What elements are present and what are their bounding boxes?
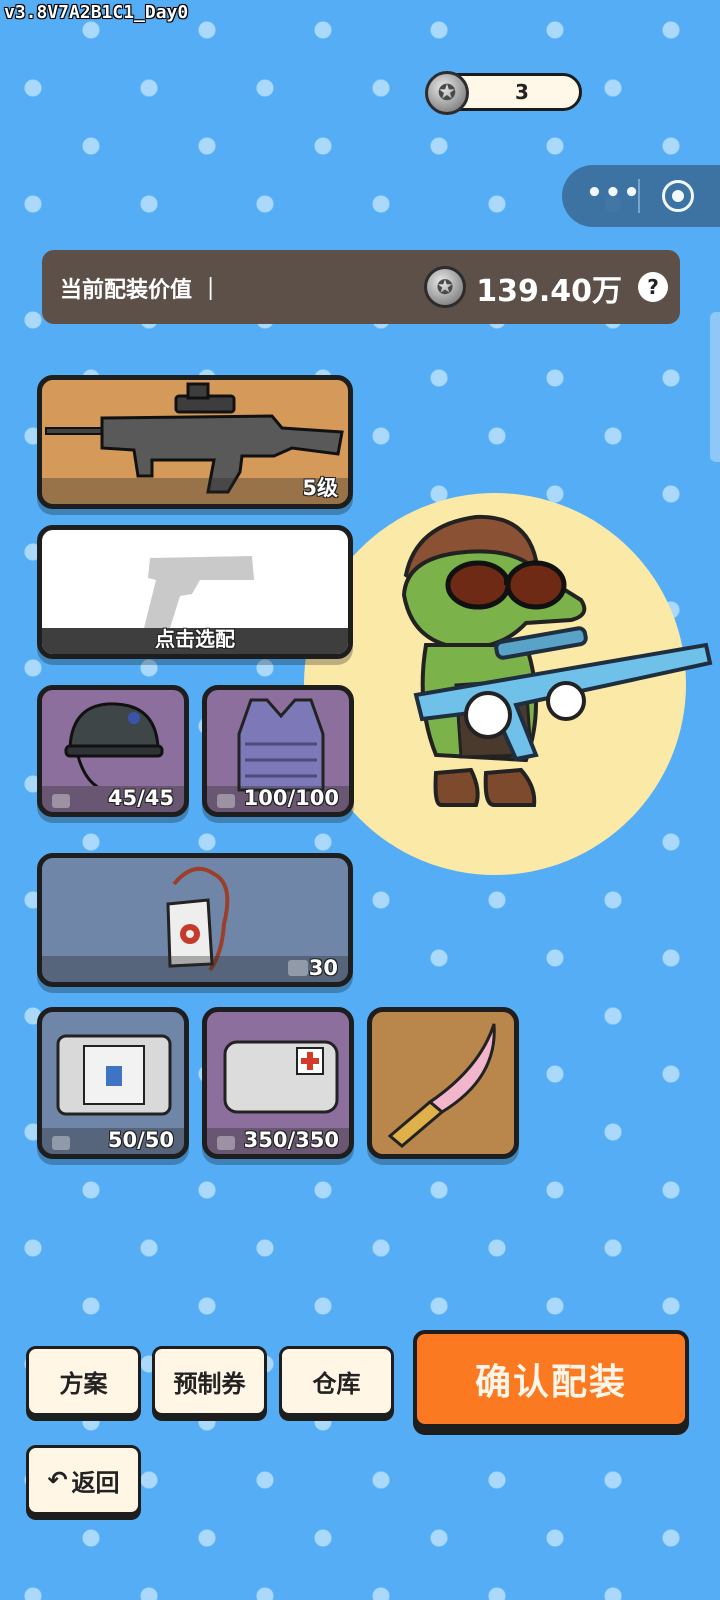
body-armor-icon: [237, 698, 325, 792]
helmet-slot[interactable]: 45/45: [37, 685, 189, 817]
medkit-small-icon: [217, 1136, 235, 1150]
secondary-weapon-slot[interactable]: 点击选配: [37, 525, 353, 659]
menu-capsule: •••: [562, 165, 720, 227]
chest-rig-slot[interactable]: 50/50: [37, 1007, 189, 1159]
medkit-durability: 350/350: [243, 1128, 339, 1152]
melee-slot[interactable]: [367, 1007, 519, 1159]
plan-button[interactable]: 方案: [26, 1346, 141, 1416]
side-scroll-tab[interactable]: [710, 312, 720, 462]
more-options-button[interactable]: •••: [584, 179, 644, 207]
helmet-small-icon: [52, 794, 70, 808]
help-icon[interactable]: ?: [638, 272, 668, 302]
weapon-level: 5级: [302, 476, 338, 500]
close-miniprogram-icon[interactable]: [662, 180, 694, 212]
silver-coin-icon: ✪: [424, 266, 466, 308]
confirm-loadout-button[interactable]: 确认配装: [413, 1330, 689, 1428]
loadout-value-amount: 139.40万: [476, 274, 622, 309]
helmet-icon: [64, 702, 164, 786]
armor-durability: 100/100: [243, 786, 339, 810]
knife-icon: [387, 1023, 496, 1148]
capsule-divider: [638, 179, 640, 213]
select-weapon-label: 点击选配: [155, 627, 235, 651]
armor-slot[interactable]: 100/100: [202, 685, 354, 817]
rig-durability: 50/50: [107, 1128, 174, 1152]
backpack-capacity: 30: [308, 956, 338, 980]
medkit-slot[interactable]: 350/350: [202, 1007, 354, 1159]
crocodile-character-icon[interactable]: [376, 505, 720, 825]
coin-count: 3: [515, 80, 529, 104]
primary-weapon-slot[interactable]: 5级: [37, 375, 353, 509]
medkit-icon: [223, 1040, 339, 1114]
helmet-durability: 45/45: [107, 786, 174, 810]
backpack-slot[interactable]: 30: [37, 853, 353, 987]
back-button-label: 返回: [71, 1468, 120, 1497]
voucher-button[interactable]: 预制券: [152, 1346, 267, 1416]
warehouse-button[interactable]: 仓库: [279, 1346, 394, 1416]
loadout-value-bar: 当前配装价值 ｜ ✪ 139.40万 ?: [42, 250, 680, 324]
back-button[interactable]: ↶ 返回: [26, 1445, 141, 1515]
rig-small-icon: [52, 1136, 70, 1150]
armor-small-icon: [217, 794, 235, 808]
backpack-small-icon: [288, 960, 308, 976]
silver-coin-icon: ✪: [425, 71, 469, 115]
loadout-value-label: 当前配装价值 ｜: [60, 278, 222, 303]
pistol-placeholder-icon: [144, 556, 254, 628]
version-label: v3.8V7A2B1C1_Day0: [4, 2, 189, 23]
back-arrow-icon: ↶: [47, 1466, 68, 1494]
chest-rig-icon: [56, 1034, 172, 1116]
